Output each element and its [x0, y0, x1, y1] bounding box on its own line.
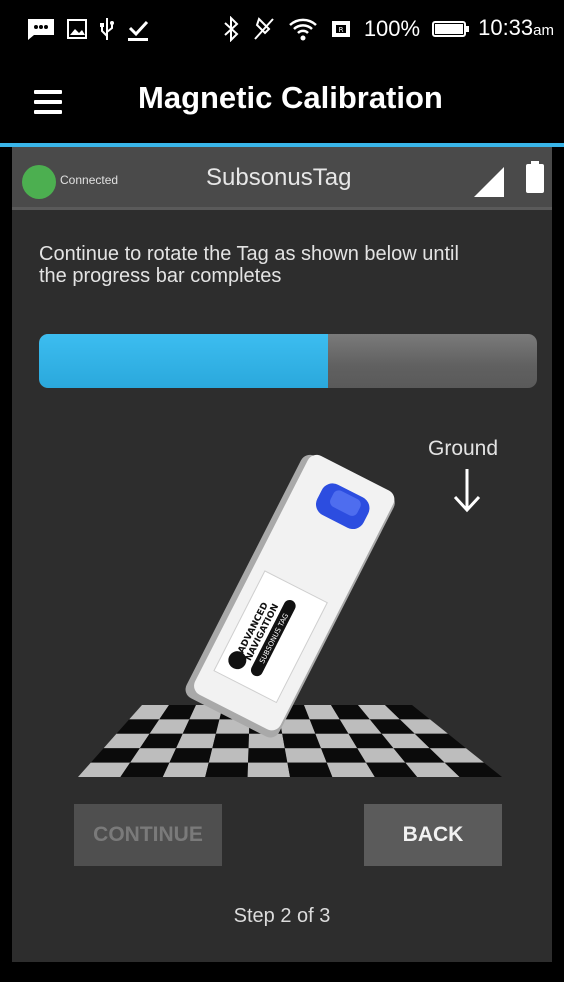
notification-icons: [26, 14, 150, 44]
page-title: Magnetic Calibration: [138, 80, 443, 115]
calibration-progress-bar: [39, 334, 537, 388]
device-name: SubsonusTag: [206, 164, 352, 191]
download-done-icon: [128, 20, 149, 41]
sim-icon: R: [331, 21, 350, 37]
checker-tile: [176, 733, 216, 749]
checker-tile: [247, 762, 290, 777]
checker-tile: [282, 733, 322, 749]
checker-tile: [248, 748, 288, 763]
image-icon: [67, 19, 87, 39]
svg-text:R: R: [338, 26, 343, 34]
progress-fill: [39, 334, 328, 388]
wifi-icon: [288, 18, 317, 41]
bluetooth-icon: [224, 16, 239, 42]
status-bar: R 100% 10:33am: [0, 0, 564, 60]
checker-tile: [284, 748, 327, 763]
checker-tile: [205, 762, 249, 777]
signal-icon: [474, 167, 504, 197]
battery-icon: [526, 161, 544, 193]
system-status-icons: R 100% 10:33am: [222, 14, 554, 44]
battery-percent: 100%: [363, 16, 421, 41]
connection-status-label: Connected: [60, 173, 119, 187]
rotation-illustration: ADVANCED NAVIGATION SUBSONUS TAG: [78, 454, 502, 777]
message-icon: [28, 19, 54, 40]
checker-tile: [212, 733, 250, 749]
connection-status-dot: [22, 165, 56, 199]
hamburger-menu-icon[interactable]: [30, 84, 76, 124]
vibrate-off-icon: [254, 17, 274, 40]
checker-tile: [162, 762, 209, 777]
clock: 10:33am: [478, 13, 554, 46]
checker-tile: [279, 719, 316, 734]
clock-time: 10:33: [478, 14, 534, 40]
clock-suffix: am: [533, 21, 554, 39]
device-status-bar: Connected SubsonusTag: [12, 147, 552, 210]
battery-icon: [432, 21, 470, 37]
calibration-instructions: Continue to rotate the Tag as shown belo…: [39, 243, 459, 287]
step-indicator: Step 2 of 3: [233, 905, 331, 927]
back-button[interactable]: BACK: [364, 804, 502, 866]
app-toolbar: Magnetic Calibration: [0, 60, 564, 146]
calibration-screen: Connected SubsonusTag Continue to rotate…: [12, 147, 552, 962]
checkerboard-floor: [78, 705, 502, 777]
checker-tile: [169, 748, 213, 763]
subsonus-tag-device: ADVANCED NAVIGATION SUBSONUS TAG: [185, 454, 395, 738]
usb-icon: [100, 18, 114, 40]
checker-tile: [208, 748, 249, 763]
checker-tile: [287, 762, 333, 777]
continue-button[interactable]: CONTINUE: [74, 804, 222, 866]
